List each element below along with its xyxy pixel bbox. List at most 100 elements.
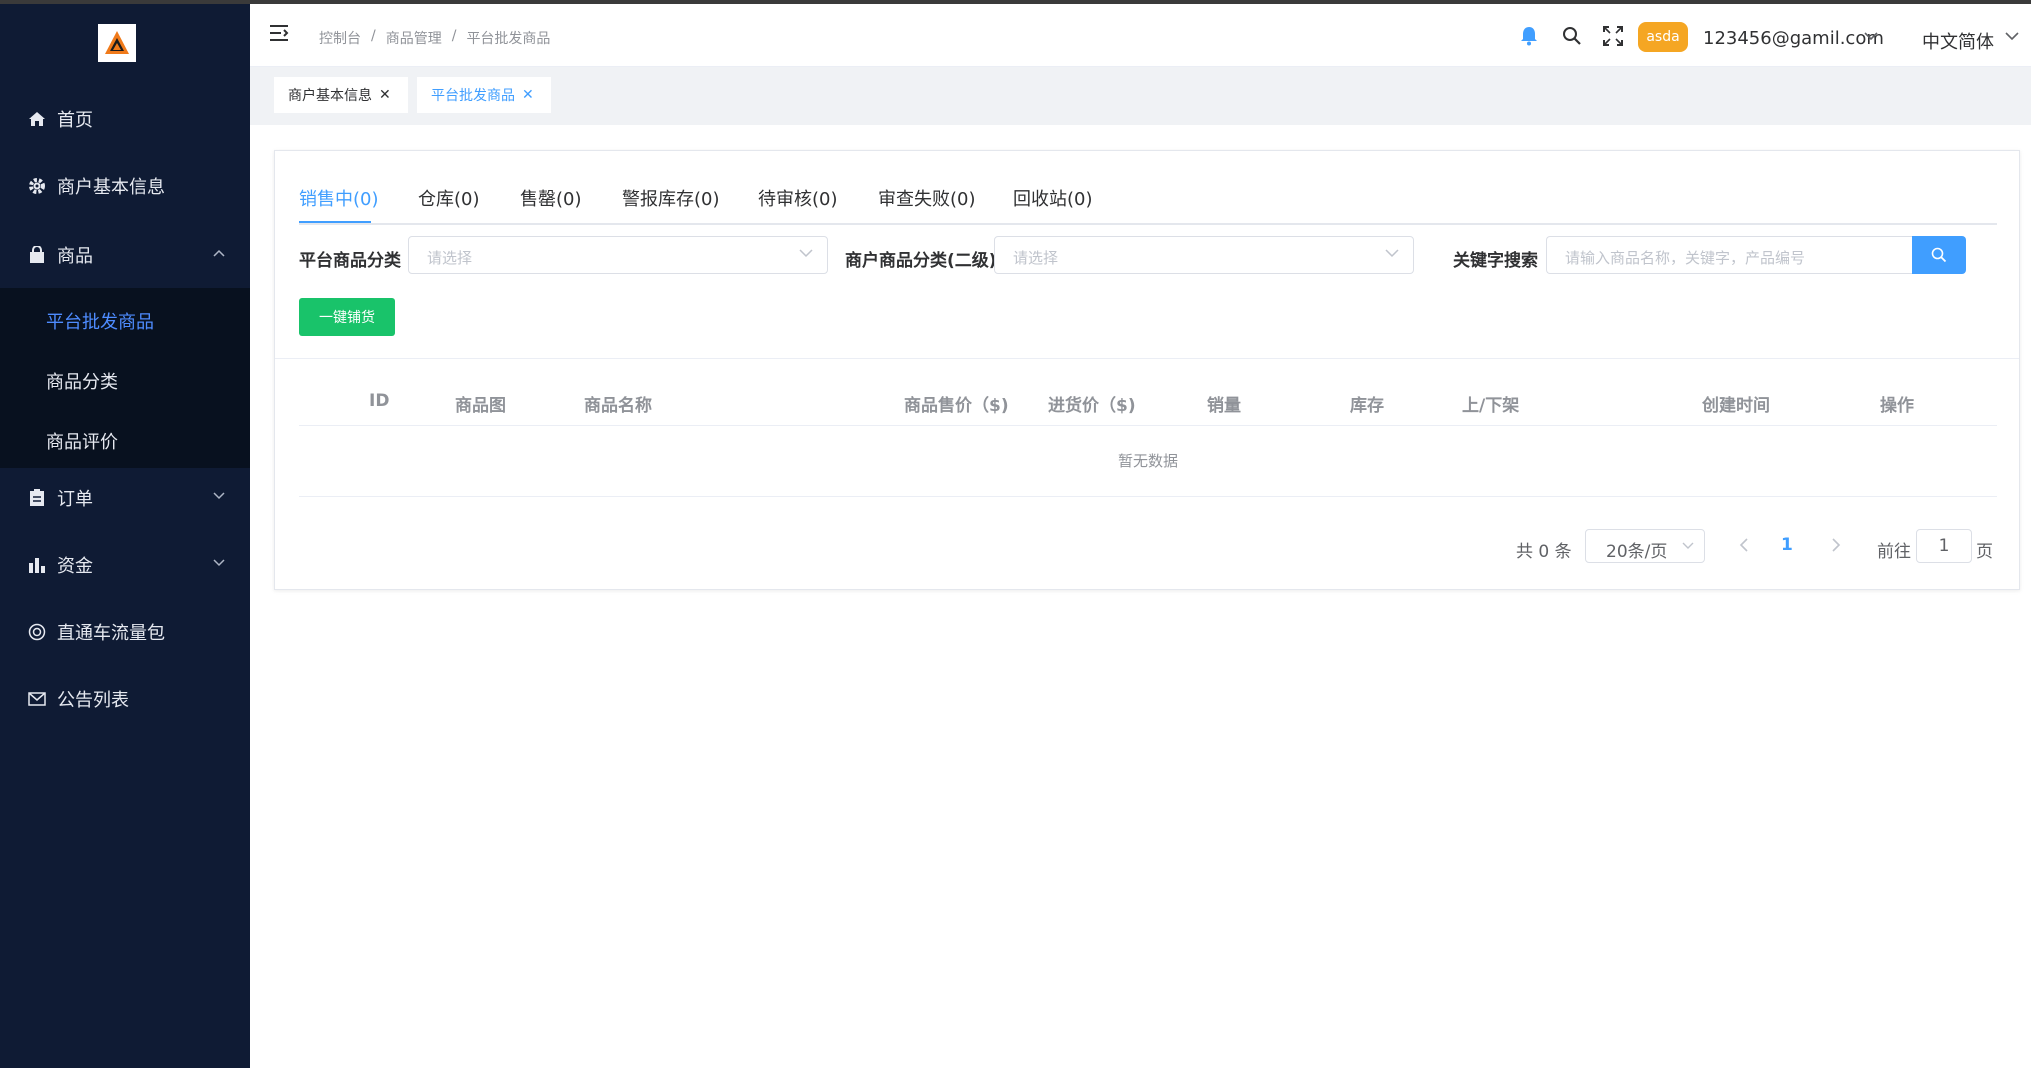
- one-click-stock-button[interactable]: 一键铺货: [299, 298, 395, 336]
- goto-suffix: 页: [1976, 542, 1993, 562]
- sidebar-item-merchant-info[interactable]: 商户基本信息: [0, 153, 250, 219]
- column-header: 进货价（$): [1048, 396, 1136, 416]
- chevron-down-icon[interactable]: [2005, 32, 2019, 41]
- next-page-icon[interactable]: [1831, 537, 1841, 553]
- sidebar-subitem-review[interactable]: 商品评价: [46, 428, 118, 454]
- chevron-down-icon: [213, 492, 225, 500]
- keyword-search-input[interactable]: 请输入商品名称，关键字，产品编号: [1546, 236, 1912, 274]
- active-tab-indicator: [299, 221, 371, 223]
- sidebar-item-label: 直通车流量包: [57, 623, 165, 644]
- page-number-current[interactable]: 1: [1781, 535, 1793, 555]
- breadcrumb-separator: /: [451, 28, 457, 44]
- menu-fold-icon[interactable]: [270, 24, 290, 42]
- merchant-category-label: 商户商品分类(二级): [845, 251, 997, 271]
- tags-view-bar: 商户基本信息 ✕ 平台批发商品 ✕: [250, 67, 2031, 125]
- bag-icon: [27, 245, 47, 265]
- bell-icon[interactable]: [1520, 26, 1538, 46]
- sidebar-item-label: 首页: [57, 110, 93, 131]
- table-empty-text: 暂无数据: [299, 426, 1997, 497]
- tag-wholesale-goods[interactable]: 平台批发商品 ✕: [417, 77, 551, 113]
- column-header: 商品售价（$): [904, 396, 1009, 416]
- clipboard-icon: [27, 488, 47, 508]
- page-size-value: 20条/页: [1606, 542, 1668, 562]
- search-icon: [1931, 247, 1947, 263]
- sidebar-item-traffic-pack[interactable]: 直通车流量包: [0, 599, 250, 665]
- sidebar-item-orders[interactable]: 订单: [0, 465, 250, 531]
- chevron-down-icon: [799, 249, 813, 258]
- tab-recycle-bin[interactable]: 回收站(0): [1013, 185, 1093, 211]
- breadcrumb-item[interactable]: 商品管理: [386, 28, 442, 48]
- sidebar-item-home[interactable]: 首页: [0, 86, 250, 152]
- column-header: 上/下架: [1462, 396, 1520, 416]
- column-header: 商品名称: [584, 396, 652, 416]
- close-icon[interactable]: ✕: [379, 87, 391, 103]
- sidebar-item-goods[interactable]: 商品: [0, 222, 250, 288]
- pagination-total: 共 0 条: [1516, 542, 1572, 562]
- sidebar-item-label: 订单: [57, 489, 93, 510]
- input-placeholder: 请输入商品名称，关键字，产品编号: [1565, 249, 1806, 267]
- bar-chart-icon: [27, 555, 47, 575]
- sidebar-item-label: 商品: [57, 246, 93, 267]
- home-icon: [27, 109, 47, 129]
- keyword-search-label: 关键字搜索: [1453, 251, 1538, 271]
- sidebar: 首页 商户基本信息 商品 平台批发商品 商品分类 商品评价 订单 资金 直通车流…: [0, 4, 250, 1068]
- sidebar-item-label: 资金: [57, 556, 93, 577]
- column-header: 商品图: [455, 396, 506, 416]
- sidebar-item-label: 商户基本信息: [57, 177, 165, 198]
- sidebar-item-funds[interactable]: 资金: [0, 532, 250, 598]
- tag-merchant-info[interactable]: 商户基本信息 ✕: [274, 77, 408, 113]
- user-email[interactable]: 123456@gamil.com: [1703, 28, 1884, 49]
- table-header: ID 商品图 商品名称 商品售价（$) 进货价（$) 销量 库存 上/下架 创建…: [299, 385, 1997, 426]
- sidebar-item-announcements[interactable]: 公告列表: [0, 666, 250, 732]
- page-size-select[interactable]: 20条/页: [1585, 529, 1705, 563]
- tag-label: 平台批发商品: [431, 88, 515, 104]
- platform-category-select[interactable]: 请选择: [408, 236, 828, 274]
- logo[interactable]: [98, 24, 136, 62]
- prev-page-icon[interactable]: [1739, 537, 1749, 553]
- lifebuoy-icon: [27, 622, 47, 642]
- search-button[interactable]: [1912, 236, 1966, 274]
- column-header: 库存: [1350, 396, 1384, 416]
- goods-submenu: 平台批发商品 商品分类 商品评价: [0, 288, 250, 468]
- fullscreen-icon[interactable]: [1603, 26, 1623, 46]
- sidebar-subitem-wholesale[interactable]: 平台批发商品: [46, 308, 154, 334]
- tab-pending-review[interactable]: 待审核(0): [758, 185, 838, 211]
- column-header: ID: [369, 391, 390, 411]
- select-placeholder: 请选择: [427, 249, 473, 267]
- column-header: 操作: [1880, 396, 1914, 416]
- sidebar-subitem-category[interactable]: 商品分类: [46, 368, 118, 394]
- tab-review-failed[interactable]: 审查失败(0): [878, 185, 976, 211]
- sidebar-item-label: 公告列表: [57, 690, 129, 711]
- chevron-down-icon: [1682, 542, 1694, 549]
- goto-page-input[interactable]: 1: [1916, 529, 1972, 563]
- select-placeholder: 请选择: [1013, 249, 1059, 267]
- top-header: 控制台 / 商品管理 / 平台批发商品 asda 123456@gamil.co…: [250, 4, 2031, 67]
- mail-icon: [27, 689, 47, 709]
- divider: [275, 358, 2019, 359]
- column-header: 创建时间: [1702, 396, 1770, 416]
- chevron-down-icon: [1385, 249, 1399, 258]
- avatar[interactable]: asda: [1638, 22, 1688, 52]
- chevron-down-icon[interactable]: [1864, 32, 1878, 41]
- tab-warehouse[interactable]: 仓库(0): [418, 185, 480, 211]
- tab-stock-alert[interactable]: 警报库存(0): [622, 185, 720, 211]
- chevron-up-icon: [213, 249, 225, 257]
- tag-label: 商户基本信息: [288, 88, 372, 104]
- tab-on-sale[interactable]: 销售中(0): [299, 185, 379, 211]
- column-header: 销量: [1207, 396, 1241, 416]
- triangle-logo-icon: [105, 31, 129, 54]
- breadcrumb-separator: /: [371, 28, 376, 44]
- merchant-category-select[interactable]: 请选择: [994, 236, 1414, 274]
- search-icon[interactable]: [1562, 26, 1582, 46]
- goto-label: 前往: [1877, 542, 1911, 562]
- platform-category-label: 平台商品分类: [299, 251, 401, 271]
- close-icon[interactable]: ✕: [522, 87, 534, 103]
- chevron-down-icon: [213, 559, 225, 567]
- tab-sold-out[interactable]: 售罄(0): [520, 185, 582, 211]
- language-select[interactable]: 中文简体: [1922, 28, 1994, 54]
- status-tabs: 销售中(0) 仓库(0) 售罄(0) 警报库存(0) 待审核(0) 审查失败(0…: [299, 185, 1997, 225]
- breadcrumb-item-current: 平台批发商品: [466, 31, 551, 47]
- gear-icon: [27, 176, 47, 196]
- breadcrumb-item[interactable]: 控制台: [319, 28, 361, 48]
- goods-card: 销售中(0) 仓库(0) 售罄(0) 警报库存(0) 待审核(0) 审查失败(0…: [274, 150, 2020, 590]
